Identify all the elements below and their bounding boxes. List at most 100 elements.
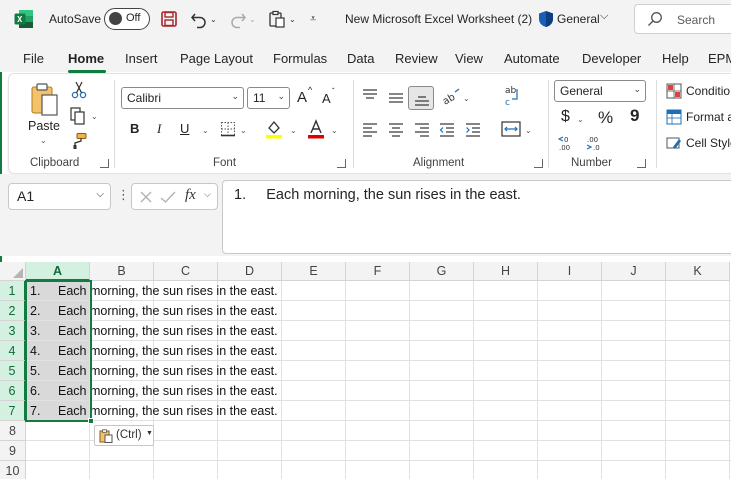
formula-bar-grip-icon[interactable]: ⋮ bbox=[117, 187, 130, 203]
merge-dropdown-icon[interactable]: ⌄ bbox=[525, 126, 532, 135]
cell-styles-button[interactable]: Cell Style bbox=[686, 136, 731, 150]
column-header-j[interactable]: J bbox=[602, 262, 666, 281]
borders-icon[interactable] bbox=[220, 121, 236, 137]
column-header-g[interactable]: G bbox=[410, 262, 474, 281]
fill-handle[interactable] bbox=[88, 418, 94, 424]
align-right-icon[interactable] bbox=[414, 122, 430, 138]
align-left-icon[interactable] bbox=[362, 122, 378, 138]
comma-style-button[interactable]: 9 bbox=[630, 106, 639, 126]
conditional-formatting-button[interactable]: Conditio bbox=[686, 84, 730, 98]
wrap-text-icon[interactable]: ab c bbox=[503, 84, 521, 108]
top-align-icon[interactable] bbox=[362, 88, 378, 104]
italic-button[interactable]: I bbox=[157, 121, 161, 137]
borders-dropdown-icon[interactable]: ⌄ bbox=[240, 126, 247, 135]
redo-dropdown-icon[interactable]: ⌄ bbox=[249, 9, 256, 29]
chevron-down-icon[interactable]: ⌵ bbox=[600, 10, 608, 23]
save-icon[interactable] bbox=[160, 9, 178, 29]
orientation-dropdown-icon[interactable]: ⌄ bbox=[463, 94, 470, 103]
clipboard-launcher-icon[interactable] bbox=[100, 159, 109, 168]
fill-color-icon[interactable] bbox=[265, 119, 283, 139]
row-header-4[interactable]: 4 bbox=[0, 341, 26, 361]
tab-view[interactable]: View bbox=[455, 51, 483, 66]
insert-function-icon[interactable]: fx bbox=[185, 187, 196, 204]
column-header-i[interactable]: I bbox=[538, 262, 602, 281]
row-header-6[interactable]: 6 bbox=[0, 381, 26, 401]
tab-page-layout[interactable]: Page Layout bbox=[180, 51, 253, 66]
paste-icon[interactable] bbox=[29, 82, 61, 118]
paste-options-button[interactable]: (Ctrl) ▼ bbox=[94, 425, 154, 446]
bottom-align-button[interactable] bbox=[408, 86, 434, 110]
select-all-button[interactable] bbox=[0, 262, 26, 281]
column-header-d[interactable]: D bbox=[218, 262, 282, 281]
paste-dropdown-icon[interactable]: ⌄ bbox=[40, 136, 47, 145]
row-header-7[interactable]: 7 bbox=[0, 401, 26, 421]
paste-label[interactable]: Paste bbox=[28, 119, 60, 133]
undo-icon[interactable] bbox=[190, 9, 208, 29]
font-color-dropdown-icon[interactable]: ⌄ bbox=[331, 126, 338, 135]
name-box[interactable]: A1 ⌵ bbox=[8, 183, 111, 210]
percent-button[interactable]: % bbox=[598, 108, 613, 128]
currency-button[interactable]: $ bbox=[561, 108, 570, 126]
row-header-1[interactable]: 1 bbox=[0, 281, 26, 301]
column-header-e[interactable]: E bbox=[282, 262, 346, 281]
tab-data[interactable]: Data bbox=[347, 51, 374, 66]
search-box[interactable]: Search bbox=[634, 4, 731, 34]
tab-help[interactable]: Help bbox=[662, 51, 689, 66]
underline-dropdown-icon[interactable]: ⌄ bbox=[202, 126, 209, 135]
orientation-icon[interactable]: ab bbox=[441, 88, 461, 106]
decrease-font-size-button[interactable]: A bbox=[322, 91, 331, 106]
format-as-table-icon[interactable] bbox=[666, 109, 682, 125]
column-header-f[interactable]: F bbox=[346, 262, 410, 281]
decrease-decimal-icon[interactable]: .00 .0 bbox=[586, 134, 606, 152]
row-header-9[interactable]: 9 bbox=[0, 441, 26, 461]
underline-button[interactable]: U bbox=[180, 121, 189, 136]
middle-align-icon[interactable] bbox=[388, 90, 404, 106]
alignment-launcher-icon[interactable] bbox=[534, 159, 543, 168]
tab-home[interactable]: Home bbox=[68, 51, 104, 66]
chevron-down-icon[interactable]: ⌵ bbox=[204, 189, 211, 200]
customize-qat-icon[interactable]: ⩡ bbox=[310, 9, 316, 29]
undo-dropdown-icon[interactable]: ⌄ bbox=[210, 9, 217, 29]
format-as-table-button[interactable]: Format a bbox=[686, 110, 731, 124]
increase-indent-icon[interactable] bbox=[465, 122, 481, 138]
paste-dropdown-icon[interactable]: ⌄ bbox=[289, 9, 296, 29]
row-header-10[interactable]: 10 bbox=[0, 461, 26, 479]
increase-font-size-button[interactable]: A bbox=[297, 89, 307, 106]
align-center-icon[interactable] bbox=[388, 122, 404, 138]
copy-icon[interactable] bbox=[69, 107, 87, 125]
fill-color-dropdown-icon[interactable]: ⌄ bbox=[290, 126, 297, 135]
paste-qat-icon[interactable] bbox=[268, 9, 286, 29]
merge-center-icon[interactable] bbox=[501, 120, 521, 138]
column-header-c[interactable]: C bbox=[154, 262, 218, 281]
tab-insert[interactable]: Insert bbox=[125, 51, 158, 66]
tab-epm[interactable]: EPM bbox=[708, 51, 731, 66]
row-header-2[interactable]: 2 bbox=[0, 301, 26, 321]
autosave-toggle[interactable]: Off bbox=[104, 8, 150, 30]
redo-icon[interactable] bbox=[229, 9, 247, 29]
font-launcher-icon[interactable] bbox=[337, 159, 346, 168]
increase-decimal-icon[interactable]: 0 .00 bbox=[558, 134, 578, 152]
row-header-3[interactable]: 3 bbox=[0, 321, 26, 341]
font-name-combo[interactable]: Calibri ⌄ bbox=[121, 87, 244, 109]
tab-developer[interactable]: Developer bbox=[582, 51, 641, 66]
cut-icon[interactable] bbox=[71, 81, 87, 99]
tab-formulas[interactable]: Formulas bbox=[273, 51, 327, 66]
column-header-k[interactable]: K bbox=[666, 262, 730, 281]
cancel-icon[interactable] bbox=[139, 190, 153, 204]
number-launcher-icon[interactable] bbox=[637, 159, 646, 168]
sensitivity-label[interactable]: General bbox=[557, 12, 600, 26]
tab-review[interactable]: Review bbox=[395, 51, 438, 66]
currency-dropdown-icon[interactable]: ⌄ bbox=[577, 115, 584, 124]
copy-dropdown-icon[interactable]: ⌄ bbox=[91, 112, 98, 121]
decrease-indent-icon[interactable] bbox=[439, 122, 455, 138]
bold-button[interactable]: B bbox=[130, 121, 139, 136]
row-header-8[interactable]: 8 bbox=[0, 421, 26, 441]
conditional-formatting-icon[interactable] bbox=[666, 83, 682, 99]
shield-icon[interactable] bbox=[538, 10, 554, 28]
number-format-combo[interactable]: General ⌄ bbox=[554, 80, 646, 102]
font-color-icon[interactable] bbox=[307, 119, 325, 139]
tab-automate[interactable]: Automate bbox=[504, 51, 560, 66]
tab-file[interactable]: File bbox=[23, 51, 44, 66]
row-header-5[interactable]: 5 bbox=[0, 361, 26, 381]
enter-check-icon[interactable] bbox=[160, 190, 176, 204]
